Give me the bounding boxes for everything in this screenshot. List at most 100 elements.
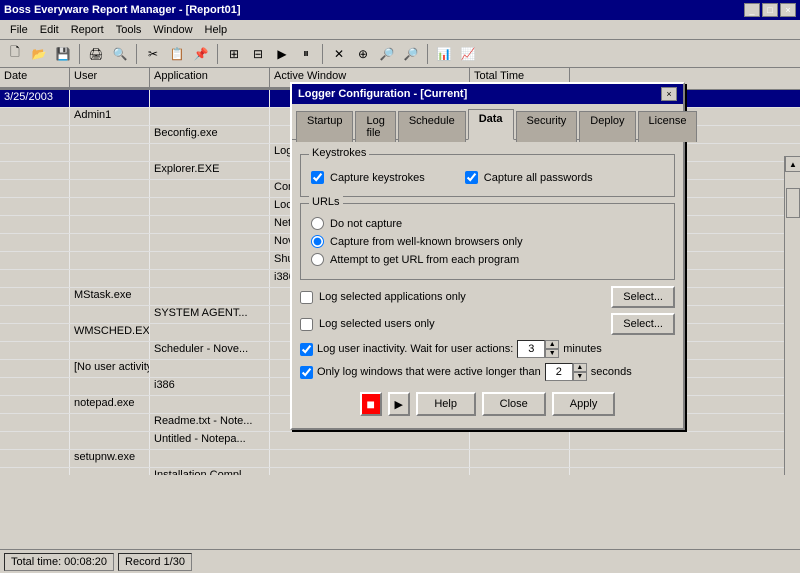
- menu-help[interactable]: Help: [199, 23, 234, 37]
- title-controls: _ □ ×: [744, 3, 796, 17]
- dialog-button-row: ■ ▶ Help Close Apply: [300, 386, 675, 420]
- toolbar-btn10[interactable]: 📈: [457, 43, 479, 65]
- capture-passwords-label: Capture all passwords: [484, 172, 593, 184]
- menu-file[interactable]: File: [4, 23, 34, 37]
- col-date-header[interactable]: Date: [0, 68, 70, 89]
- toolbar-btn9[interactable]: 📊: [433, 43, 455, 65]
- stop-button[interactable]: ■: [360, 392, 382, 416]
- cell-app: [150, 90, 270, 107]
- tab-startup[interactable]: Startup: [296, 111, 353, 142]
- all-programs-label: Attempt to get URL from each program: [330, 254, 519, 266]
- logger-config-dialog: Logger Configuration - [Current] × Start…: [290, 82, 685, 430]
- toolbar-btn4[interactable]: ⏸: [295, 43, 317, 65]
- log-inactivity-checkbox[interactable]: [300, 343, 313, 356]
- menu-bar: File Edit Report Tools Window Help: [0, 20, 800, 40]
- dialog-title-text: Logger Configuration - [Current]: [298, 88, 467, 100]
- all-programs-radio[interactable]: [311, 253, 324, 266]
- only-active-label: Only log windows that were active longer…: [317, 366, 541, 378]
- active-spin-up[interactable]: ▲: [573, 363, 587, 372]
- inactivity-spin-buttons: ▲ ▼: [545, 340, 559, 358]
- toolbar-save[interactable]: 💾: [52, 43, 74, 65]
- select-apps-button[interactable]: Select...: [611, 286, 675, 308]
- scroll-up-btn[interactable]: ▲: [785, 156, 800, 172]
- toolbar-preview[interactable]: 🔍: [109, 43, 131, 65]
- capture-passwords-checkbox[interactable]: [465, 171, 478, 184]
- menu-tools[interactable]: Tools: [110, 23, 148, 37]
- only-active-checkbox[interactable]: [300, 366, 313, 379]
- minimize-btn[interactable]: _: [744, 3, 760, 17]
- keystrokes-group: Keystrokes Capture keystrokes Capture al…: [300, 154, 675, 197]
- help-button[interactable]: Help: [416, 392, 476, 416]
- tab-bar: Startup Log file Schedule Data Security …: [292, 104, 683, 140]
- tab-deploy[interactable]: Deploy: [579, 111, 635, 142]
- menu-window[interactable]: Window: [147, 23, 198, 37]
- toolbar-btn7[interactable]: 🔎: [376, 43, 398, 65]
- radio-well-known: Capture from well-known browsers only: [311, 235, 664, 248]
- play-button[interactable]: ▶: [388, 392, 410, 416]
- tab-schedule[interactable]: Schedule: [398, 111, 466, 142]
- inactivity-spin-up[interactable]: ▲: [545, 340, 559, 349]
- active-spin-down[interactable]: ▼: [573, 372, 587, 381]
- log-selected-apps-checkbox[interactable]: [300, 291, 313, 304]
- log-apps-row: Log selected applications only: [300, 291, 466, 304]
- only-active-row: Only log windows that were active longer…: [300, 363, 675, 381]
- tab-data[interactable]: Data: [468, 109, 514, 140]
- vertical-scrollbar[interactable]: ▲ ▼: [784, 156, 800, 475]
- toolbar-sep1: [79, 44, 80, 64]
- tab-license[interactable]: License: [638, 111, 698, 142]
- toolbar-paste[interactable]: 📌: [190, 43, 212, 65]
- app-title: Boss Everyware Report Manager - [Report0…: [4, 4, 241, 16]
- apply-button[interactable]: Apply: [552, 392, 616, 416]
- log-inactivity-label: Log user inactivity. Wait for user actio…: [317, 343, 513, 355]
- well-known-radio[interactable]: [311, 235, 324, 248]
- tab-security[interactable]: Security: [516, 111, 578, 142]
- toolbar-print[interactable]: 🖨: [85, 43, 107, 65]
- table-row[interactable]: setupnw.exe: [0, 450, 800, 468]
- toolbar-new[interactable]: 🗋: [4, 43, 26, 65]
- toolbar-open[interactable]: 📂: [28, 43, 50, 65]
- toolbar-sep5: [427, 44, 428, 64]
- maximize-btn[interactable]: □: [762, 3, 778, 17]
- close-btn[interactable]: ×: [780, 3, 796, 17]
- toolbar-sep4: [322, 44, 323, 64]
- inactivity-spin-down[interactable]: ▼: [545, 349, 559, 358]
- log-inactivity-row: Log user inactivity. Wait for user actio…: [300, 340, 675, 358]
- menu-report[interactable]: Report: [65, 23, 110, 37]
- dialog-close-btn[interactable]: ×: [661, 87, 677, 101]
- toolbar-sep3: [217, 44, 218, 64]
- close-button[interactable]: Close: [482, 392, 546, 416]
- col-user-header[interactable]: User: [70, 68, 150, 89]
- toolbar-cut[interactable]: ✂: [142, 43, 164, 65]
- radio-all-programs: Attempt to get URL from each program: [311, 253, 664, 266]
- dialog-title-bar: Logger Configuration - [Current] ×: [292, 84, 683, 104]
- toolbar-btn8[interactable]: 🔎: [400, 43, 422, 65]
- scroll-thumb[interactable]: [786, 188, 800, 218]
- no-capture-radio[interactable]: [311, 217, 324, 230]
- toolbar-btn5[interactable]: ✕: [328, 43, 350, 65]
- cell-user: [70, 90, 150, 107]
- inactivity-input[interactable]: 3: [517, 340, 545, 358]
- table-row[interactable]: Untitled - Notepa...: [0, 432, 800, 450]
- toolbar-copy[interactable]: 📋: [166, 43, 188, 65]
- col-app-header[interactable]: Application: [150, 68, 270, 89]
- toolbar-btn3[interactable]: ▶: [271, 43, 293, 65]
- table-row[interactable]: Installation Compl...: [0, 468, 800, 475]
- inactivity-spinbox: 3 ▲ ▼: [517, 340, 559, 358]
- inactivity-unit-label: minutes: [563, 343, 602, 355]
- urls-group-title: URLs: [309, 196, 343, 208]
- capture-keystrokes-checkbox[interactable]: [311, 171, 324, 184]
- toolbar-btn2[interactable]: ⊟: [247, 43, 269, 65]
- active-input[interactable]: 2: [545, 363, 573, 381]
- status-bar: Total time: 00:08:20 Record 1/30: [0, 549, 800, 573]
- toolbar-btn6[interactable]: ⊕: [352, 43, 374, 65]
- active-unit-label: seconds: [591, 366, 632, 378]
- log-selected-users-checkbox[interactable]: [300, 318, 313, 331]
- capture-keystrokes-row: Capture keystrokes: [311, 171, 425, 184]
- log-selected-apps-label: Log selected applications only: [319, 291, 466, 303]
- toolbar-btn1[interactable]: ⊞: [223, 43, 245, 65]
- tab-logfile[interactable]: Log file: [355, 111, 395, 142]
- select-users-button[interactable]: Select...: [611, 313, 675, 335]
- log-users-row: Log selected users only: [300, 318, 435, 331]
- log-selected-users-label: Log selected users only: [319, 318, 435, 330]
- menu-edit[interactable]: Edit: [34, 23, 65, 37]
